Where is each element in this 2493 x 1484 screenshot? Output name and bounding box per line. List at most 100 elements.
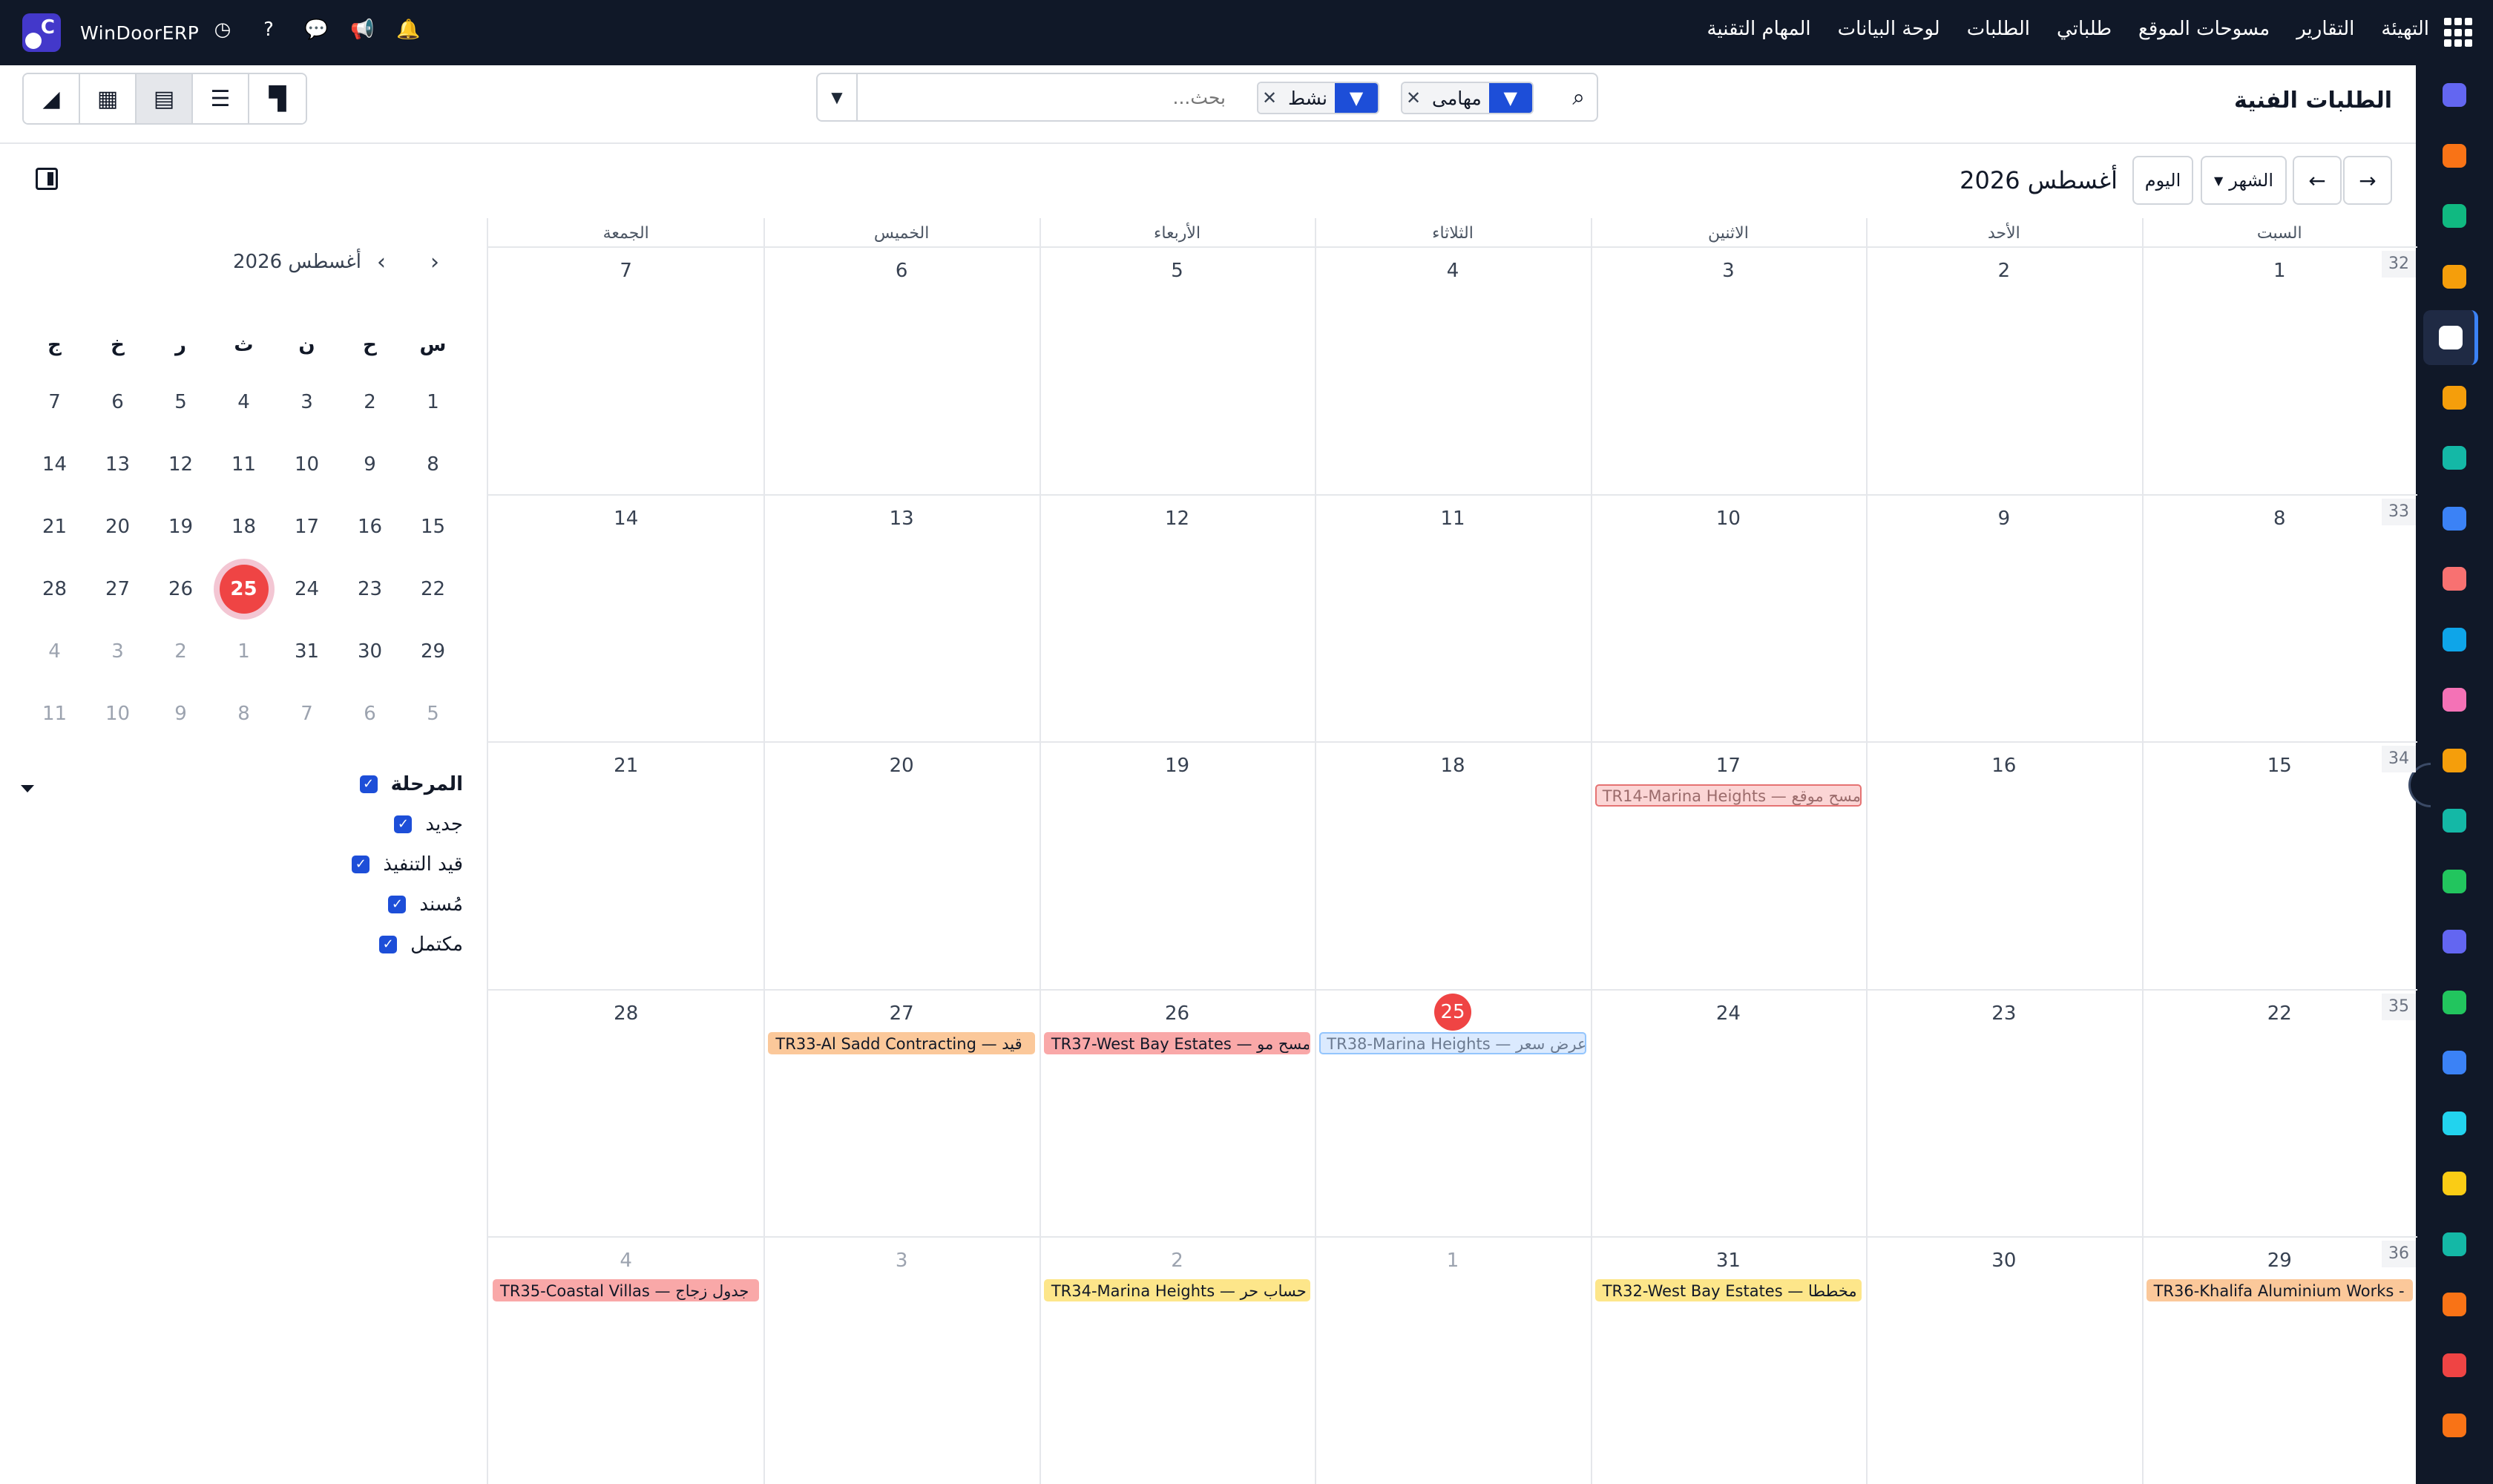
day-number[interactable]: 21 [604, 755, 648, 777]
calendar-event[interactable]: TR32-West Bay Estates — مخططا [1594, 1279, 1862, 1302]
checkbox-checked-icon[interactable]: ✓ [379, 936, 398, 953]
menu-item-configuration[interactable]: التهيئة [2381, 18, 2429, 40]
mini-day[interactable]: 9 [149, 703, 212, 725]
rail-app-button[interactable] [2437, 743, 2472, 778]
today-button[interactable]: اليوم [2132, 156, 2193, 205]
mini-day-today[interactable]: 25 [212, 565, 275, 614]
day-number[interactable]: 24 [1706, 1002, 1750, 1025]
day-number[interactable]: 7 [604, 260, 648, 282]
menu-item-reports[interactable]: التقارير [2296, 18, 2354, 40]
day-number[interactable]: 1 [1431, 1250, 1475, 1272]
clock-icon[interactable]: ◷ [212, 19, 233, 40]
day-number[interactable]: 3 [879, 1250, 924, 1272]
brand[interactable]: C WinDoorERP [22, 13, 199, 52]
checkbox-checked-icon[interactable]: ✓ [394, 815, 413, 833]
rail-app-button[interactable] [2437, 924, 2472, 959]
rail-app-button[interactable] [2437, 501, 2472, 536]
help-icon[interactable]: ? [258, 19, 279, 40]
mini-day[interactable]: 7 [23, 391, 86, 413]
day-cell[interactable] [2142, 741, 2417, 989]
day-number[interactable]: 8 [2257, 508, 2302, 530]
mini-day[interactable]: 24 [275, 578, 338, 600]
calendar-event[interactable]: TR36-Khalifa Aluminium Works - [2146, 1279, 2413, 1302]
day-cell[interactable] [763, 1236, 1039, 1484]
day-cell[interactable] [763, 494, 1039, 742]
day-cell[interactable] [1039, 1236, 1315, 1484]
day-cell[interactable] [1591, 246, 1866, 494]
rail-app-button[interactable] [2437, 1166, 2472, 1201]
mini-day[interactable]: 1 [401, 391, 464, 413]
mini-day[interactable]: 15 [401, 516, 464, 538]
mini-day[interactable]: 19 [149, 516, 212, 538]
search-input[interactable] [870, 82, 1226, 113]
day-number[interactable]: 15 [2257, 755, 2302, 777]
rail-app-button[interactable] [2437, 77, 2472, 113]
day-number[interactable]: 1 [2257, 260, 2302, 282]
day-number[interactable]: 2 [1982, 260, 2026, 282]
day-cell[interactable] [488, 1236, 763, 1484]
day-cell[interactable] [2142, 1236, 2417, 1484]
filter-item-assigned[interactable]: ✓ مُسند [388, 893, 463, 916]
checkbox-checked-icon[interactable]: ✓ [388, 896, 407, 913]
day-cell[interactable] [2142, 494, 2417, 742]
day-cell[interactable] [488, 989, 763, 1237]
apps-grid-icon[interactable] [2444, 18, 2474, 47]
next-button[interactable]: → [2343, 156, 2392, 205]
day-cell[interactable] [763, 989, 1039, 1237]
day-number[interactable]: 4 [604, 1250, 648, 1272]
mini-day[interactable]: 1 [212, 640, 275, 663]
day-number[interactable]: 22 [2257, 1002, 2302, 1025]
mini-day[interactable]: 30 [338, 640, 401, 663]
checkbox-checked-icon[interactable]: ✓ [359, 775, 378, 793]
filter-item-done[interactable]: ✓ مكتمل [379, 933, 463, 956]
day-number[interactable]: 16 [1982, 755, 2026, 777]
search-icon[interactable]: ⌕ [1572, 85, 1585, 111]
day-cell[interactable] [763, 246, 1039, 494]
day-number[interactable]: 3 [1706, 260, 1750, 282]
pivot-view-button[interactable]: ▦ [80, 74, 137, 123]
remove-facet-my-tasks-button[interactable]: ✕ [1402, 83, 1425, 113]
day-number[interactable]: 23 [1982, 1002, 2026, 1025]
day-number[interactable]: 5 [1155, 260, 1200, 282]
mini-day[interactable]: 8 [212, 703, 275, 725]
checkbox-checked-icon[interactable]: ✓ [352, 856, 370, 873]
day-cell[interactable] [1315, 246, 1590, 494]
brand-name[interactable]: WinDoorERP [80, 22, 199, 44]
chat-icon[interactable]: 💬 [304, 19, 328, 40]
list-view-button[interactable]: ☰ [193, 74, 249, 123]
rail-app-button[interactable] [2437, 864, 2472, 899]
mini-day[interactable]: 10 [86, 703, 149, 725]
rail-app-button[interactable] [2423, 310, 2478, 365]
rail-app-button[interactable] [2437, 682, 2472, 718]
mini-day[interactable]: 4 [23, 640, 86, 663]
mini-day[interactable]: 11 [212, 453, 275, 476]
mini-day[interactable]: 17 [275, 516, 338, 538]
mini-day[interactable]: 9 [338, 453, 401, 476]
mini-day[interactable]: 20 [86, 516, 149, 538]
day-cell[interactable] [1591, 494, 1866, 742]
mini-next-chevron-icon[interactable]: › [430, 249, 439, 275]
bell-icon[interactable]: 🔔 [396, 19, 420, 40]
menu-item-my-requests[interactable]: طلباتي [2057, 18, 2112, 40]
rail-app-button[interactable] [2437, 622, 2472, 657]
kanban-view-button[interactable]: ▜ [249, 74, 306, 123]
mini-day[interactable]: 8 [401, 453, 464, 476]
rail-app-button[interactable] [2437, 380, 2472, 416]
day-number[interactable]: 28 [604, 1002, 648, 1025]
rail-app-button[interactable] [2437, 561, 2472, 597]
mini-day[interactable]: 31 [275, 640, 338, 663]
day-cell[interactable] [1866, 741, 2141, 989]
day-number[interactable]: 12 [1155, 508, 1200, 530]
day-cell[interactable] [488, 246, 763, 494]
day-number[interactable]: 4 [1431, 260, 1475, 282]
rail-app-button[interactable] [2437, 1287, 2472, 1322]
rail-app-button[interactable] [2437, 803, 2472, 838]
mini-day[interactable]: 2 [149, 640, 212, 663]
mini-day[interactable]: 13 [86, 453, 149, 476]
day-number[interactable]: 27 [879, 1002, 924, 1025]
day-number[interactable]: 11 [1431, 508, 1475, 530]
day-number[interactable]: 19 [1155, 755, 1200, 777]
mini-day[interactable]: 5 [149, 391, 212, 413]
calendar-event[interactable]: TR35-Coastal Villas — جدول زجاج [493, 1279, 760, 1302]
caret-down-icon[interactable] [21, 785, 34, 792]
